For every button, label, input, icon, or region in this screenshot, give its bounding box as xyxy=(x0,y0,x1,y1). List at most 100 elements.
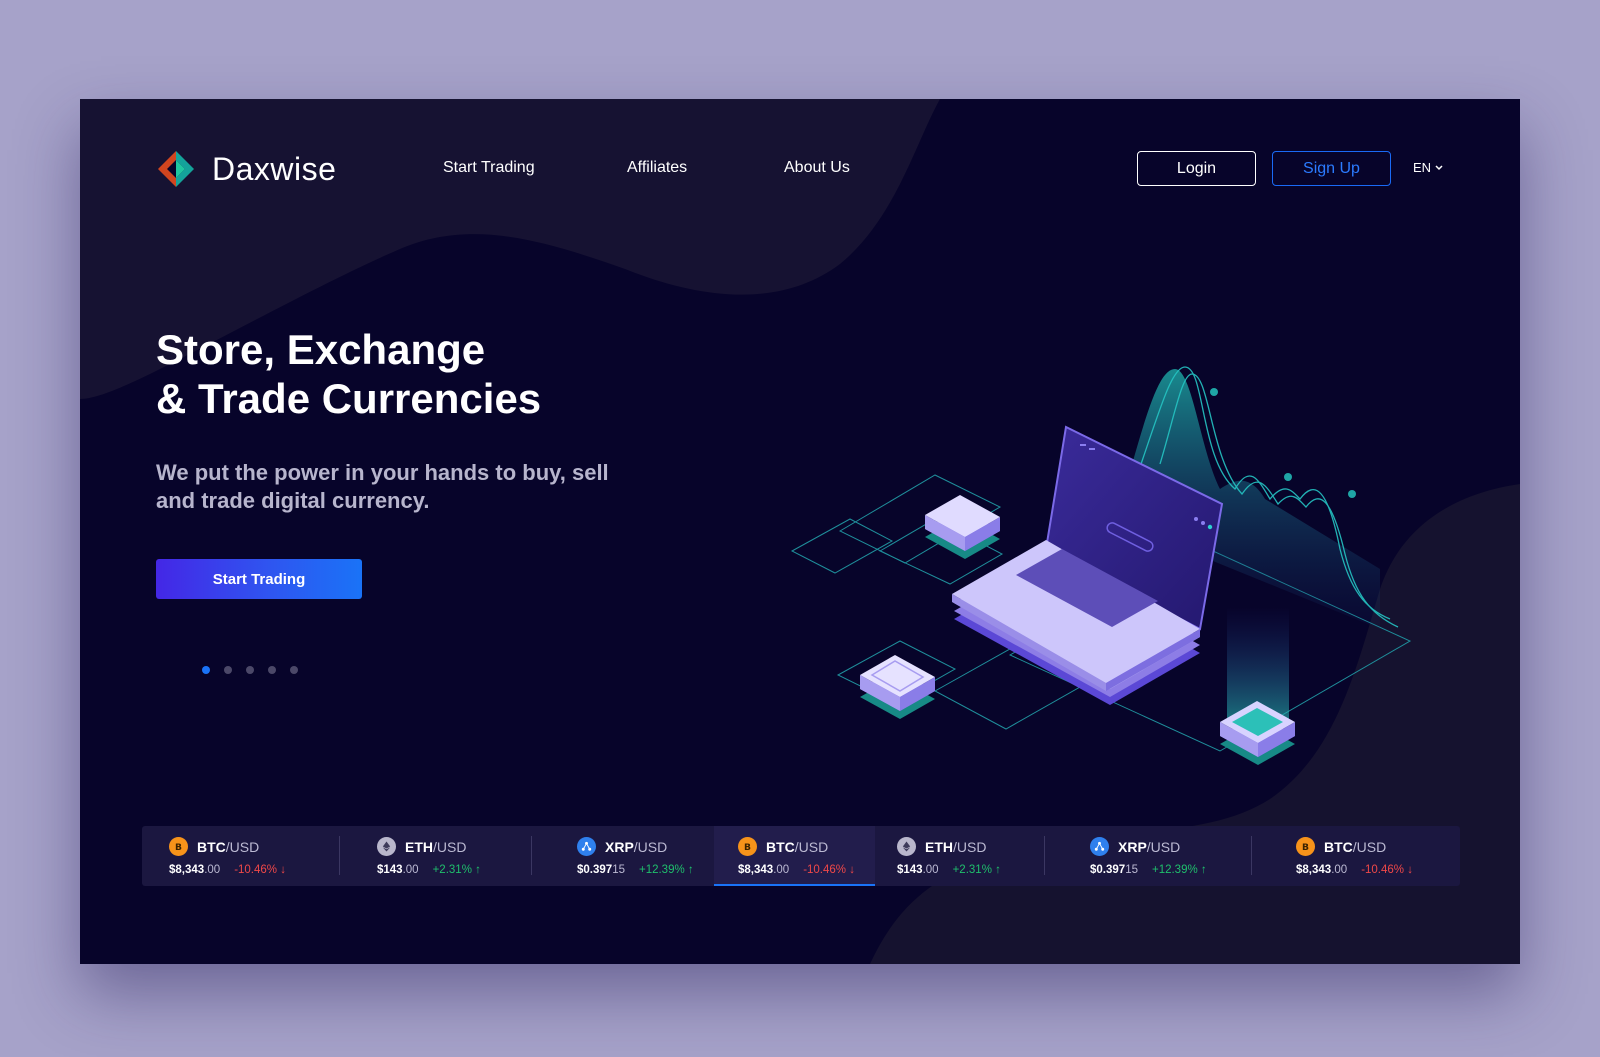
ticker-change: +2.31% ↑ xyxy=(433,864,481,876)
ticker-price-main: $8,343 xyxy=(738,864,774,876)
eth-icon xyxy=(377,837,396,856)
login-button[interactable]: Login xyxy=(1137,151,1256,186)
btc-icon: B xyxy=(738,837,757,856)
svg-text:B: B xyxy=(175,842,182,852)
ticker-item-btc[interactable]: B BTC/USD $8,343.00 -10.46% ↓ xyxy=(1252,826,1460,886)
carousel-dot[interactable] xyxy=(246,666,254,674)
ticker-change-value: +12.39% xyxy=(1151,864,1198,876)
carousel-dot[interactable] xyxy=(290,666,298,674)
ticker-quote: /USD xyxy=(433,838,467,855)
ticker-change: +12.39% ↑ xyxy=(1152,864,1207,876)
ticker-price: $0.39715 xyxy=(577,864,625,876)
ticker-item-eth[interactable]: ETH/USD $143.00 +2.31% ↑ xyxy=(340,826,532,886)
price-ticker: B BTC/USD $8,343.00 -10.46% ↓ ETH/USD $143.00… xyxy=(142,826,1460,886)
language-selector[interactable]: EN xyxy=(1413,160,1443,175)
ticker-pair-row: XRP/USD xyxy=(577,837,714,856)
logo-mark-icon xyxy=(158,151,194,187)
hero-title-line-1: Store, Exchange xyxy=(156,326,486,373)
ticker-price: $8,343.00 xyxy=(738,864,789,876)
carousel-dot[interactable] xyxy=(224,666,232,674)
ticker-pair: BTC/USD xyxy=(766,839,828,855)
ticker-change: -10.46% ↓ xyxy=(1361,864,1413,876)
ticker-price-decimal: .00 xyxy=(204,864,221,876)
ticker-quote: /USD xyxy=(225,838,260,855)
ticker-price-row: $0.39715 +12.39% ↑ xyxy=(577,864,714,876)
ticker-price: $0.39715 xyxy=(1090,864,1138,876)
ticker-pair: BTC/USD xyxy=(197,839,259,855)
nav-about-us[interactable]: About Us xyxy=(784,159,850,177)
ticker-change-value: -10.46% xyxy=(803,864,847,876)
carousel-dot[interactable] xyxy=(202,666,210,674)
ticker-pair-row: ETH/USD xyxy=(897,837,1045,856)
laptop-chart-illustration xyxy=(790,366,1412,765)
carousel-dots xyxy=(202,666,298,674)
ticker-price-main: $143 xyxy=(377,864,403,876)
ticker-item-btc[interactable]: B BTC/USD $8,343.00 -10.46% ↓ xyxy=(714,826,875,886)
ticker-change-value: -10.46% xyxy=(234,864,278,876)
ticker-change-value: +2.31% xyxy=(432,864,472,876)
ticker-arrow-icon: ↑ xyxy=(995,864,1001,876)
ticker-price-row: $8,343.00 -10.46% ↓ xyxy=(738,864,875,876)
nav-affiliates[interactable]: Affiliates xyxy=(627,159,687,177)
ticker-price-decimal: .00 xyxy=(922,864,939,876)
ticker-quote: /USD xyxy=(794,838,829,855)
ticker-price-row: $8,343.00 -10.46% ↓ xyxy=(169,864,340,876)
language-value: EN xyxy=(1413,160,1432,175)
ticker-quote: /USD xyxy=(1352,838,1387,855)
ticker-base: XRP xyxy=(605,838,634,855)
ticker-base: ETH xyxy=(405,838,433,855)
ticker-price-decimal: .00 xyxy=(402,864,419,876)
xrp-icon xyxy=(1090,837,1109,856)
ticker-price: $143.00 xyxy=(377,864,419,876)
ticker-price-decimal: 15 xyxy=(1125,864,1138,876)
ticker-change: +2.31% ↑ xyxy=(953,864,1001,876)
ticker-item-btc[interactable]: B BTC/USD $8,343.00 -10.46% ↓ xyxy=(142,826,340,886)
svg-text:B: B xyxy=(1302,842,1309,852)
btc-icon: B xyxy=(169,837,188,856)
start-trading-button[interactable]: Start Trading xyxy=(156,559,362,599)
landing-page: Daxwise Start Trading Affiliates About U… xyxy=(80,99,1520,964)
ticker-base: XRP xyxy=(1118,838,1147,855)
xrp-icon xyxy=(577,837,596,856)
ticker-price-main: $8,343 xyxy=(1296,864,1332,876)
ticker-pair: XRP/USD xyxy=(1118,839,1180,855)
ticker-price-decimal: .00 xyxy=(773,864,790,876)
ticker-pair: ETH/USD xyxy=(925,839,986,855)
hero-subtitle: We put the power in your hands to buy, s… xyxy=(156,460,609,513)
hero-title-line-2: & Trade Currencies xyxy=(156,375,542,422)
ticker-price-main: $8,343 xyxy=(169,864,205,876)
ticker-change-value: +12.39% xyxy=(638,864,685,876)
ticker-arrow-icon: ↑ xyxy=(475,864,481,876)
ticker-base: ETH xyxy=(925,838,953,855)
ticker-change: -10.46% ↓ xyxy=(803,864,855,876)
carousel-dot[interactable] xyxy=(268,666,276,674)
ticker-price-row: $143.00 +2.31% ↑ xyxy=(897,864,1045,876)
ticker-pair-row: B BTC/USD xyxy=(738,837,875,856)
nav-start-trading[interactable]: Start Trading xyxy=(443,159,535,177)
ticker-change: -10.46% ↓ xyxy=(234,864,286,876)
ticker-quote: /USD xyxy=(1146,838,1181,855)
ticker-pair-row: B BTC/USD xyxy=(169,837,340,856)
ticker-arrow-icon: ↑ xyxy=(687,864,694,876)
brand-logo[interactable]: Daxwise xyxy=(156,149,336,189)
ticker-item-xrp[interactable]: XRP/USD $0.39715 +12.39% ↑ xyxy=(532,826,714,886)
ticker-pair-row: XRP/USD xyxy=(1090,837,1252,856)
ticker-base: BTC xyxy=(197,838,226,855)
ticker-price-main: $143 xyxy=(897,864,923,876)
ticker-base: BTC xyxy=(766,838,795,855)
ticker-quote: /USD xyxy=(633,838,668,855)
ticker-price-main: $0.397 xyxy=(577,864,613,876)
ticker-item-eth[interactable]: ETH/USD $143.00 +2.31% ↑ xyxy=(875,826,1045,886)
signup-button[interactable]: Sign Up xyxy=(1272,151,1391,186)
ticker-pair: BTC/USD xyxy=(1324,839,1386,855)
ticker-item-xrp[interactable]: XRP/USD $0.39715 +12.39% ↑ xyxy=(1045,826,1252,886)
ticker-pair: ETH/USD xyxy=(405,839,466,855)
ticker-quote: /USD xyxy=(953,838,987,855)
ticker-price: $8,343.00 xyxy=(1296,864,1347,876)
ticker-pair-row: ETH/USD xyxy=(377,837,532,856)
ticker-arrow-icon: ↓ xyxy=(849,864,855,876)
btc-icon: B xyxy=(1296,837,1315,856)
brand-name: Daxwise xyxy=(212,150,337,187)
eth-icon xyxy=(897,837,916,856)
ticker-pair-row: B BTC/USD xyxy=(1296,837,1460,856)
